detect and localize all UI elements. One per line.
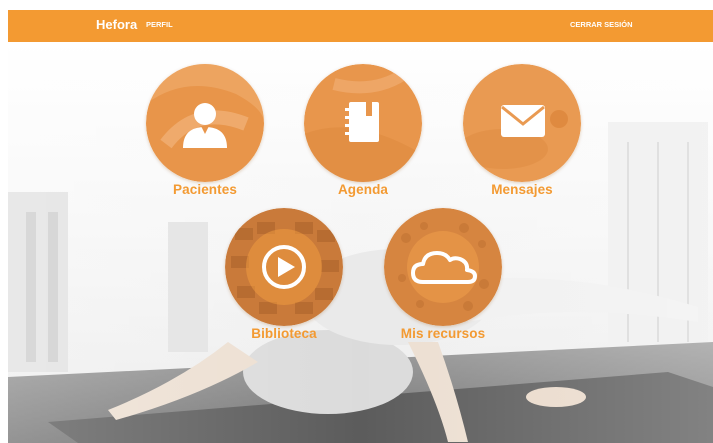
patient-icon (183, 103, 227, 148)
tile-agenda[interactable]: Agenda (293, 64, 433, 214)
nav-perfil-link[interactable]: PERFIL (146, 20, 173, 29)
tile-label-mis-recursos: Mis recursos (400, 326, 486, 341)
logout-link[interactable]: CERRAR SESIÓN (570, 20, 633, 29)
tile-label-mensajes: Mensajes (491, 182, 553, 197)
cloud-icon (411, 251, 477, 284)
play-icon (262, 245, 306, 289)
mis-recursos-circle (384, 208, 502, 326)
tile-label-pacientes: Pacientes (173, 182, 237, 197)
app-page: Hefora PERFIL CERRAR SESIÓN Pacientes Ag… (8, 10, 713, 443)
tile-label-agenda: Agenda (337, 182, 389, 197)
mensajes-circle (463, 64, 581, 182)
tile-label-biblioteca: Biblioteca (251, 326, 317, 341)
agenda-circle (304, 64, 422, 182)
biblioteca-circle (225, 208, 343, 326)
tile-pacientes[interactable]: Pacientes (135, 64, 275, 214)
pacientes-circle (146, 64, 264, 182)
mail-icon (501, 105, 545, 137)
top-navigation-bar: Hefora PERFIL CERRAR SESIÓN (8, 10, 713, 42)
agenda-icon (345, 102, 379, 142)
tile-mensajes[interactable]: Mensajes (452, 64, 592, 214)
tile-mis-recursos[interactable]: Mis recursos (373, 208, 513, 358)
tile-biblioteca[interactable]: Biblioteca (214, 208, 354, 358)
brand-logo-link[interactable]: Hefora (96, 17, 137, 32)
